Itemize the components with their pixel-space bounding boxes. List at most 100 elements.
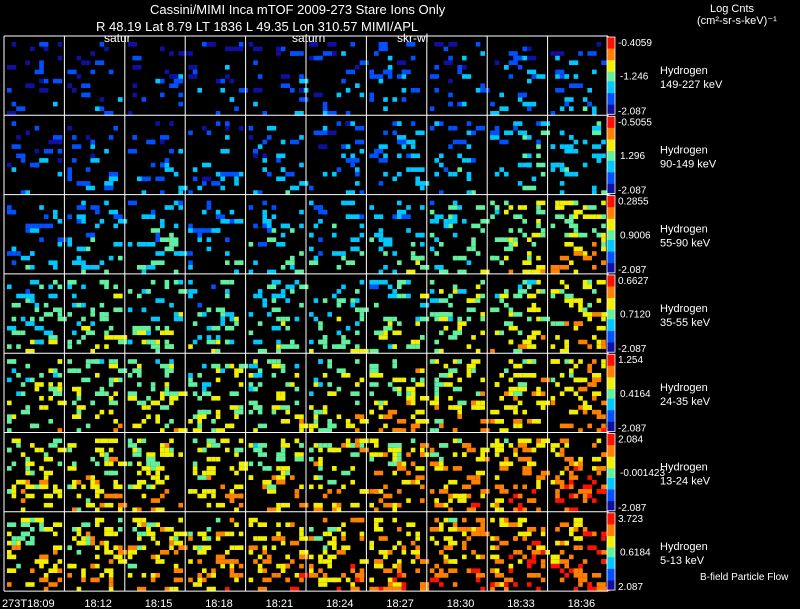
data-pixel [76,540,86,546]
data-pixel [327,42,337,47]
data-pixel [57,219,63,224]
data-pixel [90,139,95,145]
data-pixel [271,363,281,369]
data-pixel [192,339,198,345]
data-pixel [415,181,420,186]
data-pixel [410,55,416,61]
data-pixel [555,69,565,75]
data-pixel [397,121,402,126]
data-pixel [452,386,462,392]
data-pixel [397,60,407,65]
data-pixel [494,498,504,503]
data-pixel [555,527,560,532]
data-pixel [99,219,105,224]
data-pixel [7,531,12,537]
data-pixel [160,447,165,453]
data-pixel [141,176,151,182]
data-pixel [16,373,21,378]
data-pixel [471,568,481,573]
data-pixel [53,209,58,215]
data-pixel [517,456,527,462]
data-pixel [527,582,532,587]
data-pixel [202,568,207,573]
data-pixel [299,527,304,532]
data-pixel [517,181,523,186]
data-pixel [127,396,137,401]
data-pixel [104,200,109,206]
data-pixel [559,522,569,527]
data-pixel [85,363,91,369]
data-pixel [587,279,592,285]
data-pixel [494,452,500,457]
data-pixel [81,522,91,527]
data-pixel [137,461,142,467]
data-pixel [225,65,230,70]
data-pixel [587,344,592,349]
data-pixel [11,144,21,149]
data-pixel [39,577,49,583]
data-pixel [410,242,416,247]
data-pixel [457,153,462,159]
data-pixel [197,582,202,587]
data-pixel [16,443,21,448]
data-pixel [257,321,263,326]
data-pixel [480,531,490,537]
data-pixel [211,284,216,290]
data-pixel [290,475,295,480]
data-pixel [448,568,458,573]
data-pixel [85,135,91,140]
data-pixel [155,359,160,364]
data-pixel [392,563,397,569]
data-pixel [215,536,221,541]
data-pixel [164,443,170,448]
data-pixel [299,223,304,229]
data-pixel [72,158,77,163]
data-pixel [374,330,384,336]
data-pixel [383,242,393,247]
data-pixel [457,377,462,383]
data-pixel [383,316,393,322]
data-pixel [448,223,453,229]
data-pixel [550,344,556,349]
data-pixel [155,466,160,471]
data-pixel [569,461,574,467]
data-pixel [359,307,369,313]
data-pixel [127,200,137,206]
data-pixel [150,554,156,560]
data-pixel [271,573,277,578]
data-pixel [466,158,472,163]
data-pixel [95,438,100,444]
data-pixel [202,162,212,168]
data-pixel [211,363,221,369]
data-pixel [271,405,281,410]
data-pixel [197,373,202,378]
data-pixel [67,466,72,471]
data-pixel [592,498,597,503]
data-pixel [490,307,500,313]
data-pixel [420,368,425,373]
data-pixel [225,251,230,256]
data-pixel [592,144,602,149]
data-pixel [540,470,550,476]
data-pixel [39,205,44,210]
data-pixel [39,559,49,564]
data-pixel [164,391,170,396]
data-pixel [248,363,254,369]
data-pixel [39,447,44,453]
data-pixel [285,298,290,303]
data-pixel [299,550,309,555]
data-pixel [25,456,30,462]
data-pixel [72,479,77,485]
data-pixel [555,335,560,340]
data-pixel [392,97,397,102]
data-pixel [322,51,332,56]
data-pixel [34,339,40,345]
data-pixel [475,577,481,583]
data-pixel [318,219,323,224]
data-pixel [392,214,397,219]
data-pixel [90,265,100,270]
data-pixel [67,312,72,317]
data-pixel [332,344,342,349]
data-pixel [280,443,290,448]
time-tick-label: 18:30 [447,598,475,609]
